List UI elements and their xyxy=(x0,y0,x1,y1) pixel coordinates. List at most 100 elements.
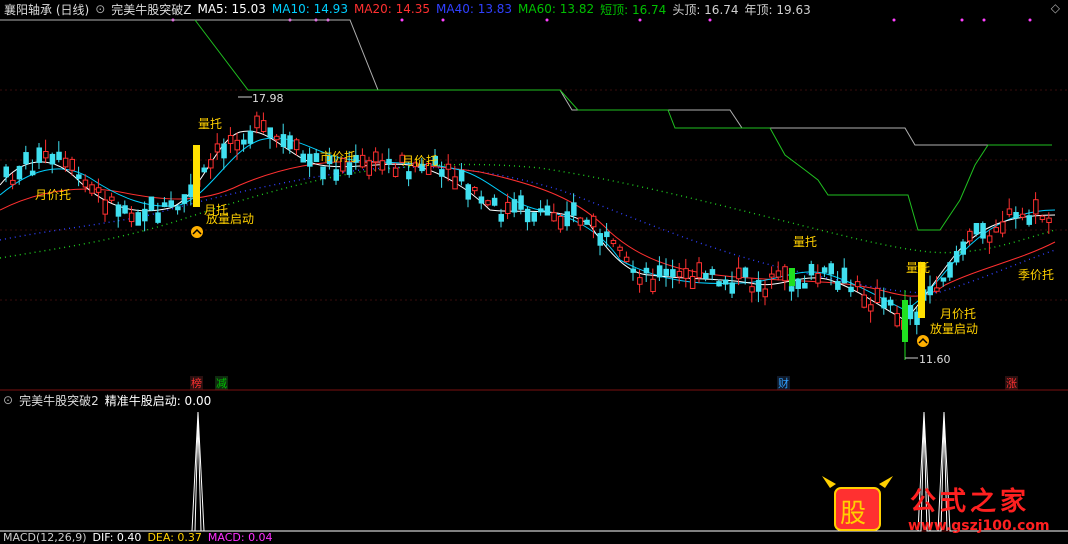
candle-body xyxy=(82,179,89,188)
svg-text:股: 股 xyxy=(840,499,866,529)
event-marker-zhang[interactable]: 涨 xyxy=(1006,377,1017,390)
candle-body xyxy=(76,174,82,179)
candle-body xyxy=(175,206,181,211)
candle-body xyxy=(769,273,775,278)
launch-arrow-icon xyxy=(917,335,929,347)
candle-body xyxy=(439,169,445,177)
candle-body xyxy=(511,199,518,213)
anno-liang-tuo-2: 量托 xyxy=(793,235,817,249)
top-marker-dot xyxy=(708,18,712,22)
candle-body xyxy=(940,277,947,282)
kline-chart[interactable]: 17.98 11.60 月价托 量托 月托 放量启动 市价托 月价托 量托 量托… xyxy=(0,0,1068,540)
top-marker-dot xyxy=(441,18,445,22)
candle-body xyxy=(874,287,881,304)
candle-body xyxy=(247,130,254,144)
candle-body xyxy=(788,286,795,292)
candle-body xyxy=(300,153,306,163)
candle-body xyxy=(135,212,141,226)
candle-body xyxy=(960,241,966,255)
candle-body xyxy=(505,201,511,215)
candle-body xyxy=(887,299,894,306)
candle-body xyxy=(491,197,498,206)
anno-ji-jia-tuo: 季价托 xyxy=(1018,268,1054,282)
candle-body xyxy=(617,246,623,251)
candle-body xyxy=(10,179,16,185)
candle-body xyxy=(967,230,973,242)
macd-name[interactable]: MACD(12,26,9) xyxy=(3,531,87,544)
candle-body xyxy=(584,219,590,225)
candle-body xyxy=(564,211,570,227)
top-marker-dot xyxy=(982,18,986,22)
sub-indicator-name[interactable]: 完美牛股突破2 xyxy=(19,392,99,409)
candle-body xyxy=(208,159,214,169)
candle-body xyxy=(293,139,300,151)
candle-body xyxy=(551,212,557,222)
candle-body xyxy=(861,294,867,308)
watermark-title: 公式之家 xyxy=(910,486,1030,517)
candle-body xyxy=(307,153,313,167)
candle-body xyxy=(742,267,749,278)
candle-body xyxy=(953,251,960,263)
candle-body xyxy=(670,269,676,277)
anno-liang-tuo-1: 量托 xyxy=(198,117,222,131)
anno-liang-tuo-3: 量托 xyxy=(906,261,930,275)
macd-dif: DIF: 0.40 xyxy=(92,530,142,544)
candle-body xyxy=(234,139,240,151)
candle-body xyxy=(445,163,452,170)
candle-body xyxy=(227,134,234,144)
candle-body xyxy=(359,154,366,168)
candle-body xyxy=(148,196,155,211)
candle-body xyxy=(36,147,42,163)
macd-dea: DEA: 0.37 xyxy=(147,530,202,544)
candle-body xyxy=(1019,213,1026,218)
candle-body xyxy=(89,184,95,194)
candle-body xyxy=(472,187,478,192)
candle-body xyxy=(934,287,940,292)
signal-bar-1 xyxy=(193,145,200,207)
candle-body xyxy=(650,278,656,293)
candle-body xyxy=(835,281,841,290)
candle-body xyxy=(907,305,914,320)
candle-body xyxy=(333,169,339,181)
sub-indicator-toggle-icon[interactable]: ⊙ xyxy=(3,393,13,407)
candle-body xyxy=(676,270,683,278)
candle-body xyxy=(531,212,537,222)
event-marker-bang[interactable]: 榜 xyxy=(191,376,202,390)
candle-body xyxy=(696,262,702,279)
candle-body xyxy=(168,200,174,208)
candle-body xyxy=(313,153,320,162)
candle-body xyxy=(749,286,755,293)
launch-arrow-icon xyxy=(191,226,203,238)
candle-body xyxy=(709,269,716,275)
green-candle-small xyxy=(789,268,795,286)
candle-body xyxy=(29,170,36,176)
anno-shi-jia-tuo: 市价托 xyxy=(320,149,356,164)
sub-indicator-value: 精准牛股启动: 0.00 xyxy=(104,393,212,408)
candle-body xyxy=(115,204,122,217)
candle-body xyxy=(16,165,23,180)
candle-body xyxy=(808,263,815,276)
candle-body xyxy=(3,166,9,178)
candle-body xyxy=(775,270,782,278)
candle-body xyxy=(56,151,62,160)
candle-body xyxy=(848,286,854,293)
candle-body xyxy=(544,205,551,216)
candle-body xyxy=(188,184,194,198)
candle-body xyxy=(373,151,379,163)
candle-body xyxy=(894,313,900,327)
candle-body xyxy=(1000,221,1006,234)
candle-body xyxy=(604,231,610,238)
macd-header: MACD(12,26,9) DIF: 0.40 DEA: 0.37 MACD: … xyxy=(0,530,1068,544)
candle-body xyxy=(43,151,49,159)
candle-body xyxy=(465,184,471,200)
candle-body xyxy=(755,279,762,292)
candle-body xyxy=(1033,199,1039,215)
candle-body xyxy=(623,256,630,263)
event-marker-cai[interactable]: 财 xyxy=(778,376,789,390)
candle-body xyxy=(802,282,808,289)
candle-body xyxy=(1006,208,1013,216)
event-marker-jian[interactable]: 减 xyxy=(216,377,227,390)
candle-body xyxy=(980,223,986,239)
anno-yue-jia-tuo-left: 月价托 xyxy=(35,188,71,202)
candle-body xyxy=(557,215,564,230)
